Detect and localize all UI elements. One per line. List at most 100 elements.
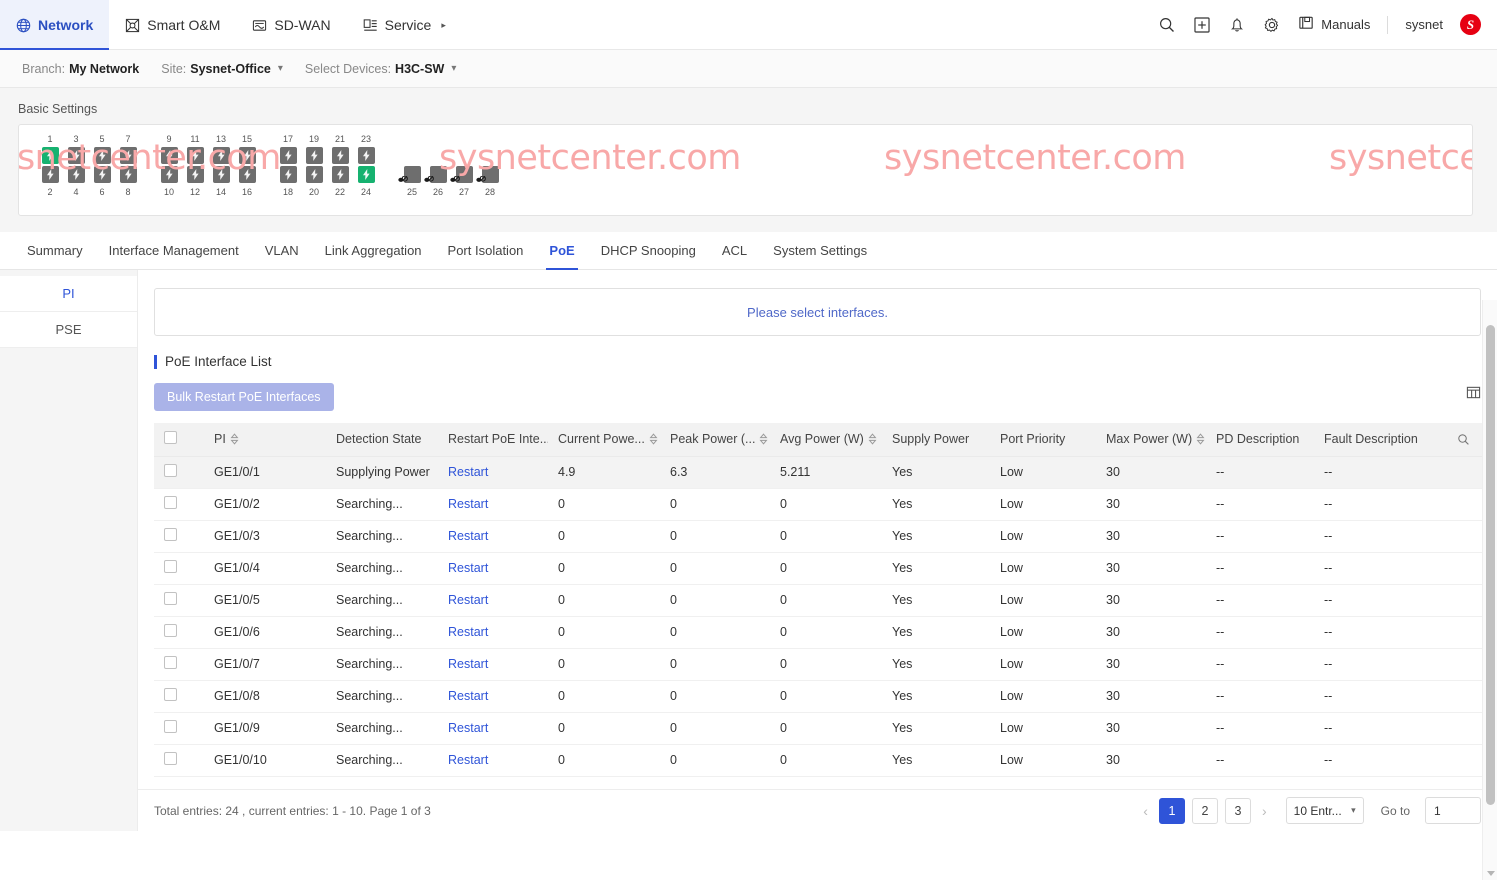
restart-link[interactable]: Restart — [448, 689, 488, 703]
row-checkbox[interactable] — [164, 560, 177, 573]
restart-link[interactable]: Restart — [448, 721, 488, 735]
user-avatar[interactable]: S — [1460, 14, 1481, 35]
breadcrumb-site-selector[interactable]: Site: Sysnet-Office ▾ — [161, 62, 283, 76]
port-24-icon[interactable] — [357, 166, 375, 183]
next-page-button[interactable]: › — [1258, 803, 1271, 819]
sort-icon[interactable] — [649, 433, 658, 445]
column-header-detection[interactable]: Detection State — [326, 423, 438, 457]
restart-link[interactable]: Restart — [448, 465, 488, 479]
column-header-supply[interactable]: Supply Power — [882, 423, 990, 457]
port-column[interactable]: 34 — [63, 133, 89, 199]
port-13-icon[interactable] — [212, 147, 230, 164]
port-8-icon[interactable] — [119, 166, 137, 183]
column-header-avg[interactable]: Avg Power (W) — [770, 423, 882, 457]
select-all-checkbox[interactable] — [164, 431, 177, 445]
port-column[interactable]: 19 20 — [301, 133, 327, 199]
column-settings-icon[interactable] — [1466, 385, 1481, 400]
port-12-icon[interactable] — [186, 166, 204, 183]
port-21-icon[interactable] — [331, 147, 349, 164]
port-11-icon[interactable] — [186, 147, 204, 164]
port-column[interactable]: 78 — [115, 133, 141, 199]
port-3-icon[interactable] — [67, 147, 85, 164]
tab-link-aggregation[interactable]: Link Aggregation — [312, 232, 435, 269]
nav-item-smart-om[interactable]: Smart O&M — [109, 0, 236, 50]
restart-link[interactable]: Restart — [448, 529, 488, 543]
scrollbar-thumb[interactable] — [1486, 325, 1495, 805]
sidebar-item-pse[interactable]: PSE — [0, 312, 137, 348]
sfp-port-column[interactable]: 28 — [475, 133, 503, 199]
sidebar-item-pi[interactable]: PI — [0, 276, 137, 312]
table-row[interactable]: GE1/0/1 Supplying Power Restart 4.9 6.3 5.211… — [154, 456, 1484, 489]
column-header-pi[interactable]: PI — [204, 423, 326, 457]
restart-link[interactable]: Restart — [448, 753, 488, 767]
table-search-icon[interactable] — [1442, 433, 1484, 446]
sfp-port-column[interactable]: 26 — [423, 133, 451, 199]
sfp-port-25-icon[interactable] — [397, 166, 421, 183]
port-14-icon[interactable] — [212, 166, 230, 183]
port-6-icon[interactable] — [93, 166, 111, 183]
port-18-icon[interactable] — [279, 166, 297, 183]
goto-page-input[interactable]: 1 — [1425, 797, 1481, 824]
port-16-icon[interactable] — [238, 166, 256, 183]
port-column[interactable]: 17 18 — [275, 133, 301, 199]
column-header-max[interactable]: Max Power (W) — [1096, 423, 1206, 457]
table-row[interactable]: GE1/0/5 Searching... Restart 0 0 0 Yes Low 30 -- -… — [154, 584, 1484, 617]
port-5-icon[interactable] — [93, 147, 111, 164]
tab-poe[interactable]: PoE — [536, 232, 587, 270]
notification-bell-icon[interactable] — [1228, 16, 1246, 34]
table-row[interactable]: GE1/0/10 Searching... Restart 0 0 0 Yes Low 30 --… — [154, 744, 1484, 777]
port-column[interactable]: 12 — [37, 133, 63, 199]
tab-summary[interactable]: Summary — [14, 232, 96, 269]
restart-link[interactable]: Restart — [448, 593, 488, 607]
port-column[interactable]: 11 12 — [182, 133, 208, 199]
row-checkbox[interactable] — [164, 624, 177, 637]
port-10-icon[interactable] — [160, 166, 178, 183]
sort-icon[interactable] — [230, 433, 239, 445]
nav-item-service[interactable]: Service ▸ — [347, 0, 462, 50]
table-search-header[interactable] — [1442, 423, 1484, 457]
port-2-icon[interactable] — [41, 166, 59, 183]
port-15-icon[interactable] — [238, 147, 256, 164]
port-column[interactable]: 56 — [89, 133, 115, 199]
restart-link[interactable]: Restart — [448, 561, 488, 575]
page-button-1[interactable]: 1 — [1158, 797, 1185, 824]
row-checkbox[interactable] — [164, 688, 177, 701]
scroll-down-arrow-icon[interactable] — [1487, 871, 1495, 876]
port-1-icon[interactable] — [41, 147, 59, 164]
page-button-3[interactable]: 3 — [1224, 797, 1251, 824]
port-9-icon[interactable] — [160, 147, 178, 164]
port-4-icon[interactable] — [67, 166, 85, 183]
restart-link[interactable]: Restart — [448, 497, 488, 511]
sort-icon[interactable] — [759, 433, 768, 445]
tab-interface-management[interactable]: Interface Management — [96, 232, 252, 269]
row-checkbox[interactable] — [164, 592, 177, 605]
row-checkbox[interactable] — [164, 656, 177, 669]
port-20-icon[interactable] — [305, 166, 323, 183]
user-name[interactable]: sysnet — [1405, 17, 1443, 32]
sfp-port-column[interactable]: 25 — [397, 133, 425, 199]
manuals-button[interactable]: Manuals — [1298, 15, 1370, 35]
port-column[interactable]: 21 22 — [327, 133, 353, 199]
port-column[interactable]: 13 14 — [208, 133, 234, 199]
table-row[interactable]: GE1/0/7 Searching... Restart 0 0 0 Yes Low 30 -- -… — [154, 648, 1484, 681]
tab-acl[interactable]: ACL — [709, 232, 760, 269]
settings-gear-icon[interactable] — [1263, 16, 1281, 34]
table-row[interactable]: GE1/0/6 Searching... Restart 0 0 0 Yes Low 30 -- -… — [154, 616, 1484, 649]
restart-link[interactable]: Restart — [448, 625, 488, 639]
tab-vlan[interactable]: VLAN — [252, 232, 312, 269]
row-checkbox[interactable] — [164, 752, 177, 765]
nav-item-network[interactable]: Network — [0, 0, 110, 50]
row-checkbox[interactable] — [164, 528, 177, 541]
breadcrumb-device-selector[interactable]: Select Devices: H3C-SW ▾ — [305, 62, 457, 76]
bulk-restart-poe-interfaces-button[interactable]: Bulk Restart PoE Interfaces — [154, 383, 334, 411]
sfp-port-27-icon[interactable] — [449, 166, 473, 183]
row-checkbox[interactable] — [164, 496, 177, 509]
port-column[interactable]: 15 16 — [234, 133, 260, 199]
page-size-select[interactable]: 10 Entr... ▾ — [1285, 797, 1364, 824]
nav-item-sd-wan[interactable]: SD-WAN — [236, 0, 346, 50]
column-header-restart[interactable]: Restart PoE Inte... — [438, 423, 548, 457]
add-box-icon[interactable] — [1193, 16, 1211, 34]
table-row[interactable]: GE1/0/3 Searching... Restart 0 0 0 Yes Low 30 -- -… — [154, 520, 1484, 553]
port-7-icon[interactable] — [119, 147, 137, 164]
table-row[interactable]: GE1/0/8 Searching... Restart 0 0 0 Yes Low 30 -- -… — [154, 680, 1484, 713]
